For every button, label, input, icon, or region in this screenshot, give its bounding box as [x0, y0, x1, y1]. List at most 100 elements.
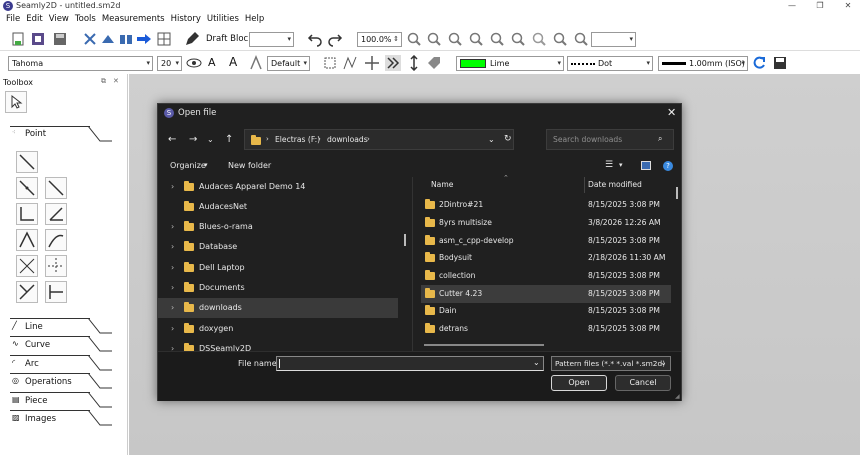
tag-icon[interactable] — [426, 55, 442, 71]
menu-help[interactable]: Help — [245, 13, 264, 26]
new-file-icon[interactable] — [10, 31, 26, 47]
chevron-right-icon[interactable]: › — [171, 278, 174, 298]
line-type-select[interactable]: Dot ▾ — [567, 56, 653, 71]
toolbox-group-line[interactable]: Line — [25, 322, 43, 332]
menu-history[interactable]: History — [171, 13, 201, 26]
chevron-down-icon[interactable]: ⌄ — [533, 358, 540, 367]
fast-forward-icon[interactable] — [385, 55, 401, 71]
eye-icon[interactable] — [186, 55, 202, 71]
tool-curve-point[interactable] — [45, 229, 67, 251]
font-size-down-icon[interactable]: A — [208, 56, 216, 69]
arrow-right-icon[interactable] — [136, 31, 152, 47]
file-row[interactable]: 2Dintro#21 8/15/2025 3:08 PM — [421, 196, 671, 214]
horizontal-scrollbar[interactable] — [424, 344, 544, 346]
view-options-icon[interactable]: ☰ — [605, 160, 613, 170]
help-icon[interactable]: ? — [663, 161, 673, 171]
up-arrow-icon[interactable]: ↑ — [225, 134, 233, 145]
maximize-button[interactable]: ❐ — [812, 0, 828, 12]
nav-item[interactable]: › Dell Laptop — [158, 258, 398, 278]
tool-line-intersect[interactable] — [16, 281, 38, 303]
chevron-right-icon[interactable]: › — [171, 217, 174, 237]
save-defaults-icon[interactable] — [772, 55, 788, 71]
zoom-fit-icon[interactable] — [468, 31, 484, 47]
tool-bisector[interactable] — [16, 203, 38, 225]
nav-scrollbar[interactable] — [404, 234, 406, 246]
cancel-button[interactable]: Cancel — [615, 375, 671, 391]
zoom-1to1-icon[interactable] — [447, 31, 463, 47]
search-box[interactable]: Search downloads ⌕ — [546, 129, 674, 150]
menu-tools[interactable]: Tools — [75, 13, 96, 26]
tool-triangle[interactable] — [16, 229, 38, 251]
nav-item[interactable]: › Blues-o-rama — [158, 217, 398, 237]
nav-item[interactable]: › doxygen — [158, 319, 398, 339]
nav-item[interactable]: › DSSeamly2D — [158, 339, 398, 351]
font-select[interactable]: Tahoma ▾ — [8, 56, 153, 71]
text-style-icon[interactable] — [248, 55, 264, 71]
zoom-in-icon[interactable] — [406, 31, 422, 47]
line-weight-select[interactable]: 1.00mm (ISO) ▾ — [658, 56, 748, 71]
tool-normal[interactable] — [45, 177, 67, 199]
file-type-select[interactable]: Pattern files (*.* *.val *.sm2d) ⌄ — [551, 356, 671, 371]
nav-item[interactable]: › Database — [158, 237, 398, 257]
nav-item[interactable]: › Documents — [158, 278, 398, 298]
nav-item[interactable]: AudacesNet — [158, 197, 398, 217]
toolbox-group-curve[interactable]: Curve — [25, 340, 50, 350]
zoom-prev-icon[interactable] — [552, 31, 568, 47]
file-name-input[interactable]: ⌄ — [276, 356, 544, 371]
new-folder-button[interactable]: New folder — [228, 161, 271, 170]
zoom-input[interactable]: 100.0% ⇕ — [357, 32, 402, 47]
preview-pane-icon[interactable] — [641, 161, 651, 170]
select-box-icon[interactable] — [322, 55, 338, 71]
history-chevron-icon[interactable]: ⌄ — [207, 135, 214, 144]
label-position-select[interactable]: Default ▾ — [267, 56, 310, 71]
chevron-right-icon[interactable]: › — [171, 258, 174, 278]
toolbox-group-arc[interactable]: Arc — [25, 359, 39, 369]
back-arrow-icon[interactable]: ← — [168, 134, 176, 145]
resize-grip-icon[interactable]: ◢ — [675, 393, 680, 400]
zoom-region-icon[interactable] — [510, 31, 526, 47]
scale-icon[interactable] — [100, 31, 116, 47]
open-file-icon[interactable] — [30, 31, 46, 47]
zoom-out-icon[interactable] — [426, 31, 442, 47]
nav-item-selected[interactable]: › downloads — [158, 298, 398, 318]
refresh-icon[interactable]: ↻ — [504, 134, 512, 144]
spin-arrows-icon[interactable]: ⇕ — [393, 33, 399, 46]
vertical-arrows-icon[interactable] — [406, 55, 422, 71]
tool-along-line[interactable] — [16, 177, 38, 199]
crosshair-icon[interactable] — [364, 55, 380, 71]
save-icon[interactable] — [52, 31, 68, 47]
menu-edit[interactable]: Edit — [26, 13, 42, 26]
zoom-pan-icon[interactable] — [531, 31, 547, 47]
menu-file[interactable]: File — [6, 13, 20, 26]
toolbox-group-operations[interactable]: Operations — [25, 377, 72, 387]
zoom-next-icon[interactable] — [573, 31, 589, 47]
address-bar[interactable]: › Electras (F:) › downloads › ⌄ ↻ — [244, 129, 514, 150]
reset-icon[interactable] — [751, 55, 767, 71]
column-name-header[interactable]: Name — [431, 180, 453, 189]
font-size-select[interactable]: 20 ▾ — [157, 56, 182, 71]
column-divider[interactable] — [584, 177, 585, 193]
toolbox-group-images[interactable]: Images — [25, 414, 56, 424]
minimize-button[interactable]: — — [784, 0, 800, 12]
toolbox-group-piece[interactable]: Piece — [25, 396, 47, 406]
chevron-right-icon[interactable]: › — [171, 298, 174, 318]
chevron-right-icon[interactable]: › — [171, 237, 174, 257]
breadcrumb-drive[interactable]: Electras (F:) — [275, 135, 320, 144]
organize-button[interactable]: Organize — [170, 161, 206, 170]
menu-view[interactable]: View — [49, 13, 69, 26]
menu-measurements[interactable]: Measurements — [102, 13, 165, 26]
file-row[interactable]: Bodysuit 2/18/2026 11:30 AM — [421, 249, 671, 267]
menu-utilities[interactable]: Utilities — [207, 13, 239, 26]
tool-line[interactable] — [16, 151, 38, 173]
redo-icon[interactable] — [327, 31, 343, 47]
forward-arrow-icon[interactable]: → — [189, 134, 197, 145]
column-date-header[interactable]: Date modified — [588, 180, 642, 189]
color-select[interactable]: Lime ▾ — [456, 56, 564, 71]
file-row[interactable]: detrans 8/15/2025 3:08 PM — [421, 320, 671, 338]
extra-select[interactable]: ▾ — [591, 32, 636, 47]
file-row-selected[interactable]: Cutter 4.23 8/15/2025 3:08 PM — [421, 285, 671, 303]
close-button[interactable]: ✕ — [840, 0, 856, 12]
float-icon[interactable]: ⧉ — [101, 77, 106, 86]
file-list-scrollbar[interactable] — [676, 187, 678, 199]
close-icon[interactable]: ✕ — [113, 77, 119, 85]
